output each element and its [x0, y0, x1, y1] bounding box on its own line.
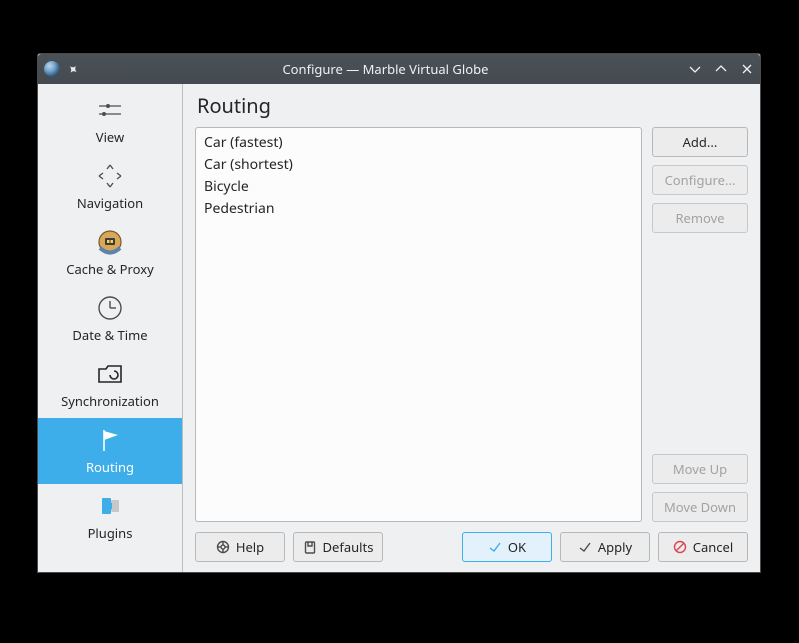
sidebar-item-cache-proxy[interactable]: Cache & Proxy — [38, 220, 182, 286]
flag-icon — [95, 424, 125, 456]
clock-icon — [95, 292, 125, 324]
configure-button[interactable]: Configure... — [652, 165, 748, 195]
move-down-button[interactable]: Move Down — [652, 492, 748, 522]
sidebar-item-label: Navigation — [77, 194, 143, 212]
sidebar-item-synchronization[interactable]: Synchronization — [38, 352, 182, 418]
list-item[interactable]: Car (shortest) — [204, 154, 633, 176]
defaults-button[interactable]: Defaults — [293, 532, 383, 562]
sidebar-item-label: Cache & Proxy — [66, 260, 153, 278]
apply-button[interactable]: Apply — [560, 532, 650, 562]
help-button[interactable]: Help — [195, 532, 285, 562]
cancel-button[interactable]: Cancel — [658, 532, 748, 562]
sidebar-item-plugins[interactable]: Plugins — [38, 484, 182, 550]
add-button[interactable]: Add... — [652, 127, 748, 157]
move-arrows-icon — [95, 160, 125, 192]
dialog-footer: Help Defaults OK Apply Cancel — [195, 532, 748, 562]
folder-sync-icon — [95, 358, 125, 390]
list-item[interactable]: Pedestrian — [204, 198, 633, 220]
profile-actions: Add... Configure... Remove Move Up Move … — [652, 127, 748, 522]
apply-button-label: Apply — [598, 538, 632, 556]
profiles-list[interactable]: Car (fastest) Car (shortest) Bicycle Ped… — [195, 127, 642, 522]
close-button[interactable] — [740, 62, 754, 76]
sidebar-item-routing[interactable]: Routing — [38, 418, 182, 484]
main-panel: Routing Car (fastest) Car (shortest) Bic… — [183, 84, 760, 572]
remove-button[interactable]: Remove — [652, 203, 748, 233]
app-icon — [44, 61, 60, 77]
defaults-button-label: Defaults — [323, 538, 374, 556]
maximize-button[interactable] — [714, 62, 728, 76]
page-title: Routing — [197, 92, 748, 119]
dialog-window: ✦ Configure — Marble Virtual Globe — [37, 53, 761, 573]
sidebar-item-label: Plugins — [88, 524, 133, 542]
sliders-icon — [95, 94, 125, 126]
help-button-label: Help — [236, 538, 264, 556]
sidebar-item-label: Routing — [86, 458, 134, 476]
cancel-button-label: Cancel — [693, 538, 733, 556]
list-item[interactable]: Car (fastest) — [204, 132, 633, 154]
ok-button-label: OK — [508, 538, 526, 556]
sidebar-item-navigation[interactable]: Navigation — [38, 154, 182, 220]
ok-button[interactable]: OK — [462, 532, 552, 562]
list-item[interactable]: Bicycle — [204, 176, 633, 198]
move-up-button[interactable]: Move Up — [652, 454, 748, 484]
sidebar-item-date-time[interactable]: Date & Time — [38, 286, 182, 352]
sidebar-item-label: View — [96, 128, 124, 146]
sidebar-item-label: Synchronization — [61, 392, 159, 410]
window-title: Configure — Marble Virtual Globe — [83, 60, 688, 78]
plugins-icon — [95, 490, 125, 522]
globe-helmet-icon — [95, 226, 125, 258]
sidebar: View Navigation — [38, 84, 183, 572]
pin-icon[interactable]: ✦ — [63, 59, 83, 80]
sidebar-item-label: Date & Time — [72, 326, 147, 344]
minimize-button[interactable] — [688, 62, 702, 76]
sidebar-item-view[interactable]: View — [38, 88, 182, 154]
titlebar[interactable]: ✦ Configure — Marble Virtual Globe — [38, 54, 760, 84]
